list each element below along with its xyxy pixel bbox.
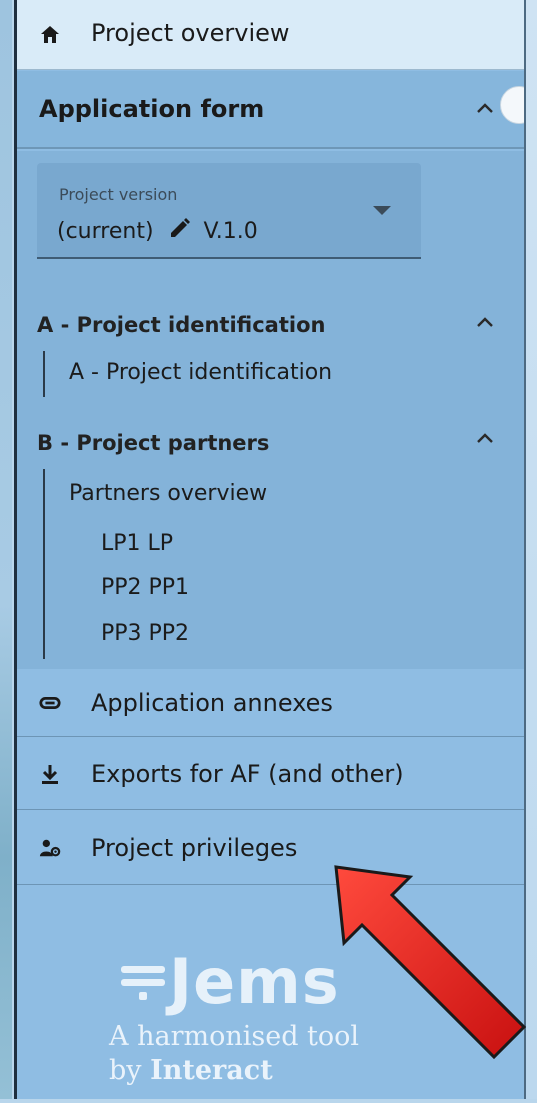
nav-exports[interactable]: Exports for AF (and other) <box>17 738 524 810</box>
nav-application-form-header[interactable]: Application form <box>17 71 524 149</box>
application-form-body: Project version (current) V.1.0 A - Proj… <box>17 151 524 669</box>
partner-item-pp3[interactable]: PP3 PP2 <box>101 621 189 646</box>
chevron-up-icon[interactable] <box>476 315 494 329</box>
jems-logo-icon <box>121 965 165 1000</box>
tagline-brand: Interact <box>150 1055 273 1086</box>
jems-logo: Jems <box>117 945 340 1018</box>
version-current-prefix: (current) <box>57 218 154 244</box>
download-icon <box>39 763 61 785</box>
jems-logo-text: Jems <box>169 945 340 1018</box>
chevron-up-icon[interactable] <box>476 431 494 445</box>
project-version-value: (current) V.1.0 <box>57 216 258 246</box>
dropdown-arrow-icon <box>373 206 391 215</box>
home-icon <box>39 24 61 46</box>
sidebar-collapse-toggle[interactable] <box>500 86 524 124</box>
nav-application-annexes[interactable]: Application annexes <box>17 669 524 737</box>
background-left <box>0 0 12 1099</box>
nav-project-privileges-label: Project privileges <box>91 833 298 862</box>
project-version-label: Project version <box>59 185 178 204</box>
nav-application-annexes-label: Application annexes <box>91 688 333 717</box>
tagline-by: by <box>109 1055 142 1086</box>
partner-item-lp1[interactable]: LP1 LP <box>101 531 173 556</box>
partners-overview-link[interactable]: Partners overview <box>69 481 267 506</box>
paperclip-icon <box>39 692 61 714</box>
section-a-item-identification[interactable]: A - Project identification <box>69 360 332 385</box>
section-b-title[interactable]: B - Project partners <box>37 431 269 455</box>
version-number: V.1.0 <box>203 218 258 244</box>
application-form-title: Application form <box>39 95 265 123</box>
tree-line-b <box>43 469 45 659</box>
red-annotation-arrow <box>318 855 537 1099</box>
partner-item-pp2[interactable]: PP2 PP1 <box>101 575 189 600</box>
chevron-up-icon[interactable] <box>476 101 494 115</box>
pencil-icon <box>168 216 192 246</box>
nav-project-overview-label: Project overview <box>91 18 290 47</box>
nav-exports-label: Exports for AF (and other) <box>91 759 404 788</box>
project-version-select[interactable]: Project version (current) V.1.0 <box>37 163 421 259</box>
nav-project-overview[interactable]: Project overview <box>17 0 524 70</box>
tree-line-a <box>43 351 45 397</box>
user-settings-icon <box>39 837 61 859</box>
section-a-title[interactable]: A - Project identification <box>37 313 325 337</box>
